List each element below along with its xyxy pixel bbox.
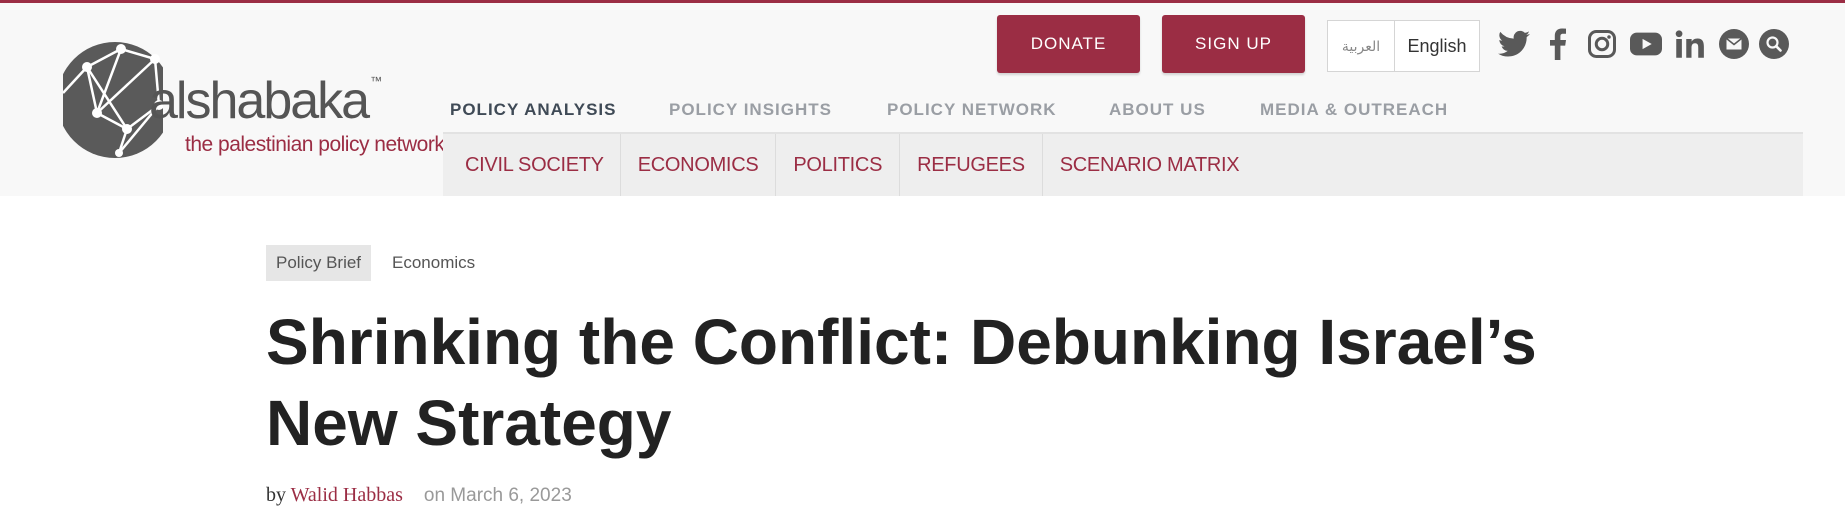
policy-analysis-subnav: CIVIL SOCIETY ECONOMICS POLITICS REFUGEE… <box>443 132 1803 196</box>
twitter-icon[interactable] <box>1498 27 1530 61</box>
youtube-icon[interactable] <box>1630 27 1662 61</box>
language-english-link[interactable]: English <box>1394 20 1480 72</box>
language-arabic-link[interactable]: العربية <box>1327 20 1395 72</box>
article-byline: by Walid Habbas on March 6, 2023 <box>266 484 572 507</box>
nav-about-us[interactable]: ABOUT US <box>1109 100 1206 120</box>
logo-wordmark: alshabaka ™ <box>149 72 383 130</box>
globe-logo-icon <box>63 42 163 158</box>
nav-policy-insights[interactable]: POLICY INSIGHTS <box>669 100 832 120</box>
linkedin-icon[interactable] <box>1674 27 1706 61</box>
email-icon[interactable] <box>1718 27 1750 61</box>
logo-trademark: ™ <box>370 74 383 88</box>
logo-tagline: the palestinian policy network <box>185 133 445 156</box>
donate-button[interactable]: DONATE <box>997 15 1140 73</box>
nav-media-outreach[interactable]: MEDIA & OUTREACH <box>1260 100 1448 120</box>
byline-prefix: by <box>266 484 286 506</box>
author-link[interactable]: Walid Habbas <box>291 484 403 506</box>
subnav-scenario-matrix[interactable]: SCENARIO MATRIX <box>1043 134 1257 196</box>
nav-policy-analysis[interactable]: POLICY ANALYSIS <box>450 100 616 120</box>
subnav-economics[interactable]: ECONOMICS <box>621 134 777 196</box>
signup-button[interactable]: SIGN UP <box>1162 15 1305 73</box>
subnav-civil-society[interactable]: CIVIL SOCIETY <box>443 134 621 196</box>
subnav-refugees[interactable]: REFUGEES <box>900 134 1043 196</box>
site-logo[interactable]: alshabaka ™ the palestinian policy networ… <box>63 37 445 167</box>
publish-date: on March 6, 2023 <box>423 485 572 506</box>
subnav-politics[interactable]: POLITICS <box>776 134 901 196</box>
facebook-icon[interactable] <box>1542 27 1574 61</box>
article-type-tag[interactable]: Policy Brief <box>266 245 372 281</box>
nav-policy-network[interactable]: POLICY NETWORK <box>887 100 1057 120</box>
article-category-tag[interactable]: Economics <box>382 245 485 281</box>
article-title: Shrinking the Conflict: Debunking Israel… <box>266 306 1537 459</box>
search-icon[interactable] <box>1758 27 1790 61</box>
instagram-icon[interactable] <box>1586 27 1618 61</box>
